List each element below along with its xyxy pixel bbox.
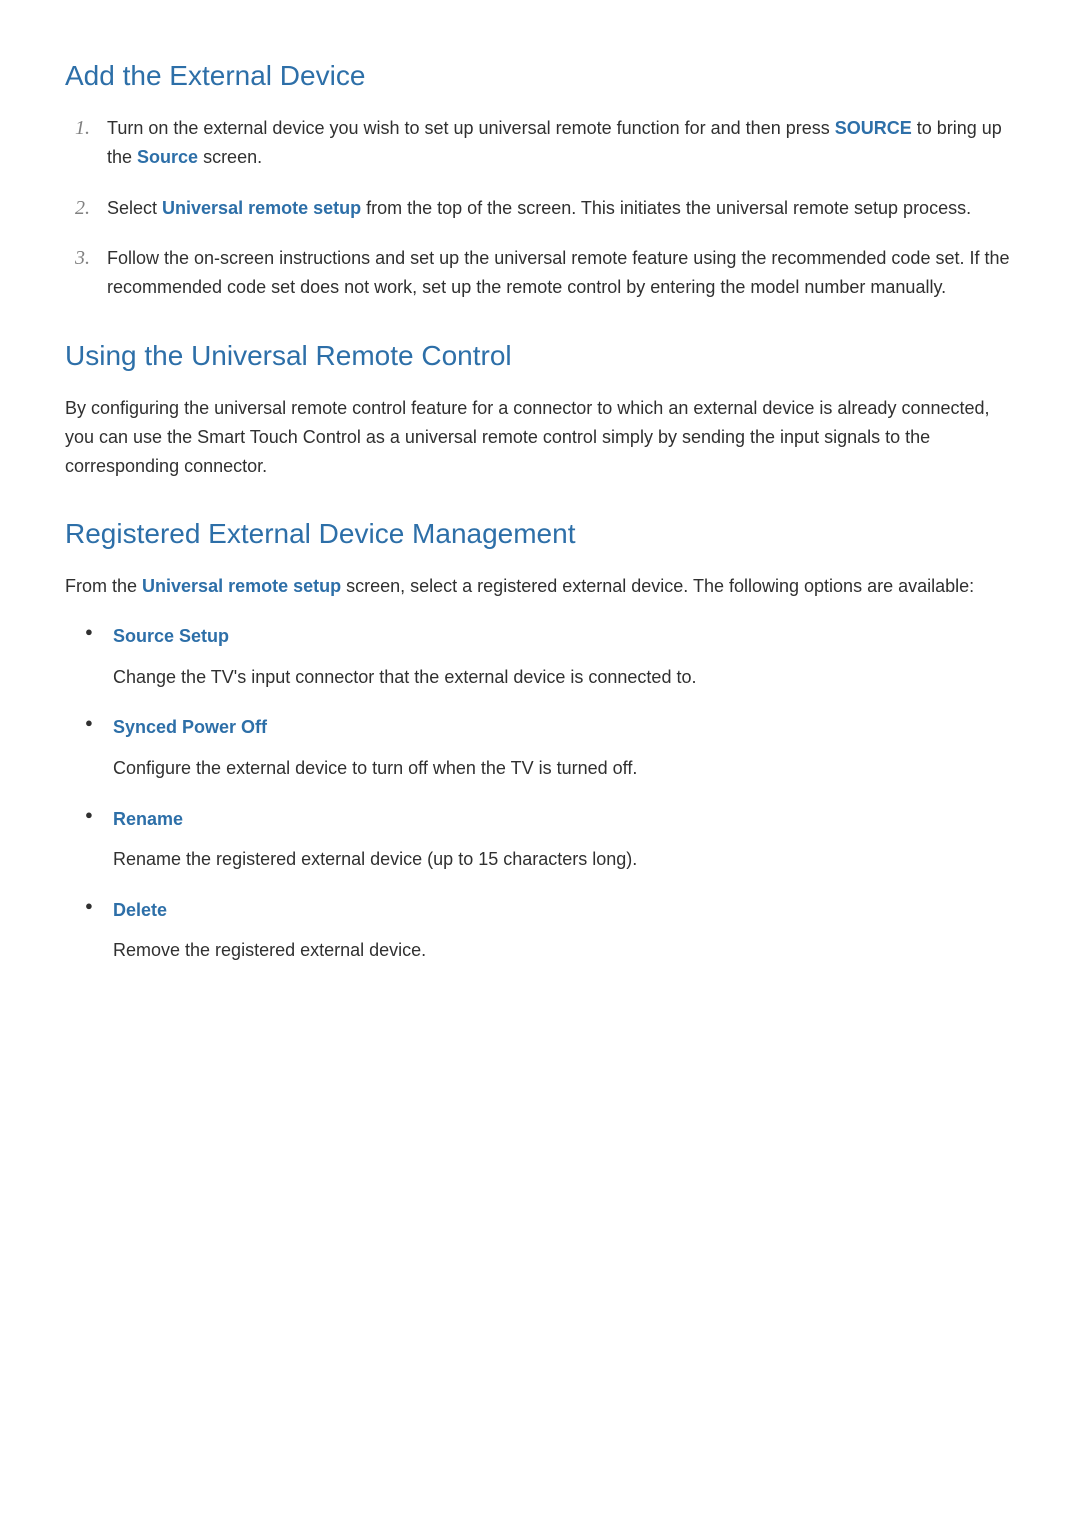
paragraph-using-universal-remote: By configuring the universal remote cont… <box>65 394 1015 480</box>
step-number: 1. <box>75 112 90 144</box>
step-item: 3. Follow the on-screen instructions and… <box>75 244 1015 302</box>
heading-add-external-device: Add the External Device <box>65 60 1015 92</box>
paragraph-intro: From the Universal remote setup screen, … <box>65 572 1015 601</box>
step-item: 1. Turn on the external device you wish … <box>75 114 1015 172</box>
heading-using-universal-remote: Using the Universal Remote Control <box>65 340 1015 372</box>
option-item: Source Setup Change the TV's input conne… <box>85 621 1015 692</box>
highlight-source-button: SOURCE <box>835 118 912 138</box>
option-desc: Configure the external device to turn of… <box>113 753 1015 784</box>
option-desc: Rename the registered external device (u… <box>113 844 1015 875</box>
option-desc: Change the TV's input connector that the… <box>113 662 1015 693</box>
option-item: Delete Remove the registered external de… <box>85 895 1015 966</box>
step-text: Follow the on-screen instructions and se… <box>107 248 1010 297</box>
section-add-external-device: Add the External Device 1. Turn on the e… <box>65 60 1015 302</box>
option-title-source-setup: Source Setup <box>113 621 1015 652</box>
steps-list: 1. Turn on the external device you wish … <box>75 114 1015 302</box>
step-text: Select Universal remote setup from the t… <box>107 198 971 218</box>
step-number: 3. <box>75 242 90 274</box>
option-title-rename: Rename <box>113 804 1015 835</box>
heading-registered-device-management: Registered External Device Management <box>65 518 1015 550</box>
option-title-synced-power-off: Synced Power Off <box>113 712 1015 743</box>
step-item: 2. Select Universal remote setup from th… <box>75 194 1015 223</box>
option-title-delete: Delete <box>113 895 1015 926</box>
section-using-universal-remote: Using the Universal Remote Control By co… <box>65 340 1015 480</box>
option-item: Rename Rename the registered external de… <box>85 804 1015 875</box>
highlight-universal-remote-setup: Universal remote setup <box>142 576 341 596</box>
step-number: 2. <box>75 192 90 224</box>
option-item: Synced Power Off Configure the external … <box>85 712 1015 783</box>
step-text: Turn on the external device you wish to … <box>107 118 1002 167</box>
options-list: Source Setup Change the TV's input conne… <box>85 621 1015 966</box>
highlight-universal-remote-setup: Universal remote setup <box>162 198 361 218</box>
option-desc: Remove the registered external device. <box>113 935 1015 966</box>
section-registered-device-management: Registered External Device Management Fr… <box>65 518 1015 966</box>
highlight-source-screen: Source <box>137 147 198 167</box>
